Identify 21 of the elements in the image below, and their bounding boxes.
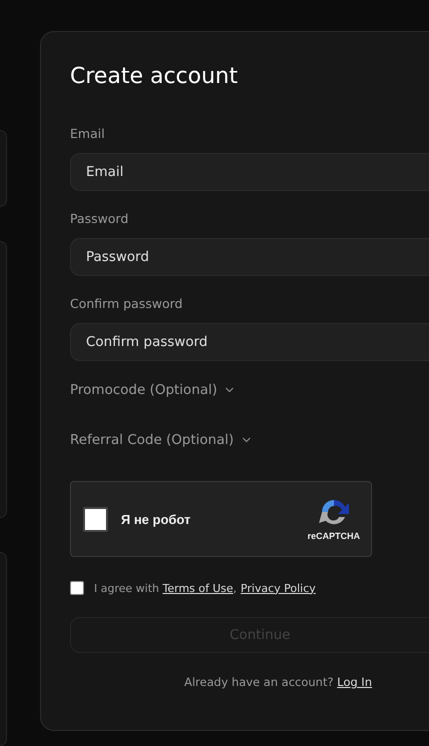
chevron-icon	[242, 437, 251, 443]
recaptcha-logo-icon	[318, 497, 350, 527]
login-link[interactable]: Log In	[337, 675, 372, 689]
captcha-label: Я не робот	[121, 512, 192, 526]
optional-toggle[interactable]: Referral Code (Optional)	[70, 431, 251, 449]
agree-checkbox[interactable]	[70, 581, 84, 595]
input-field[interactable]: Confirm password	[70, 323, 429, 361]
page-title: Create account	[70, 63, 239, 91]
chevron-icon	[225, 387, 234, 393]
login-prompt: Already have an account? Log In	[184, 675, 372, 689]
field-label: Email	[70, 126, 106, 142]
captcha-checkbox[interactable]	[83, 506, 108, 532]
optional-toggle[interactable]: Promocode (Optional)	[70, 381, 234, 399]
recaptcha-label: reCAPTCHA	[307, 531, 360, 541]
policy-link[interactable]: Privacy Policy	[240, 582, 316, 594]
field-label: Confirm password	[70, 296, 184, 312]
input-field[interactable]: Password	[70, 238, 429, 276]
field-label: Password	[70, 211, 130, 227]
input-field[interactable]: Email	[70, 153, 429, 191]
policy-link[interactable]: Terms of Use	[162, 582, 234, 594]
agreement-text: I agree with Terms of Use, Privacy Policy	[94, 582, 316, 594]
